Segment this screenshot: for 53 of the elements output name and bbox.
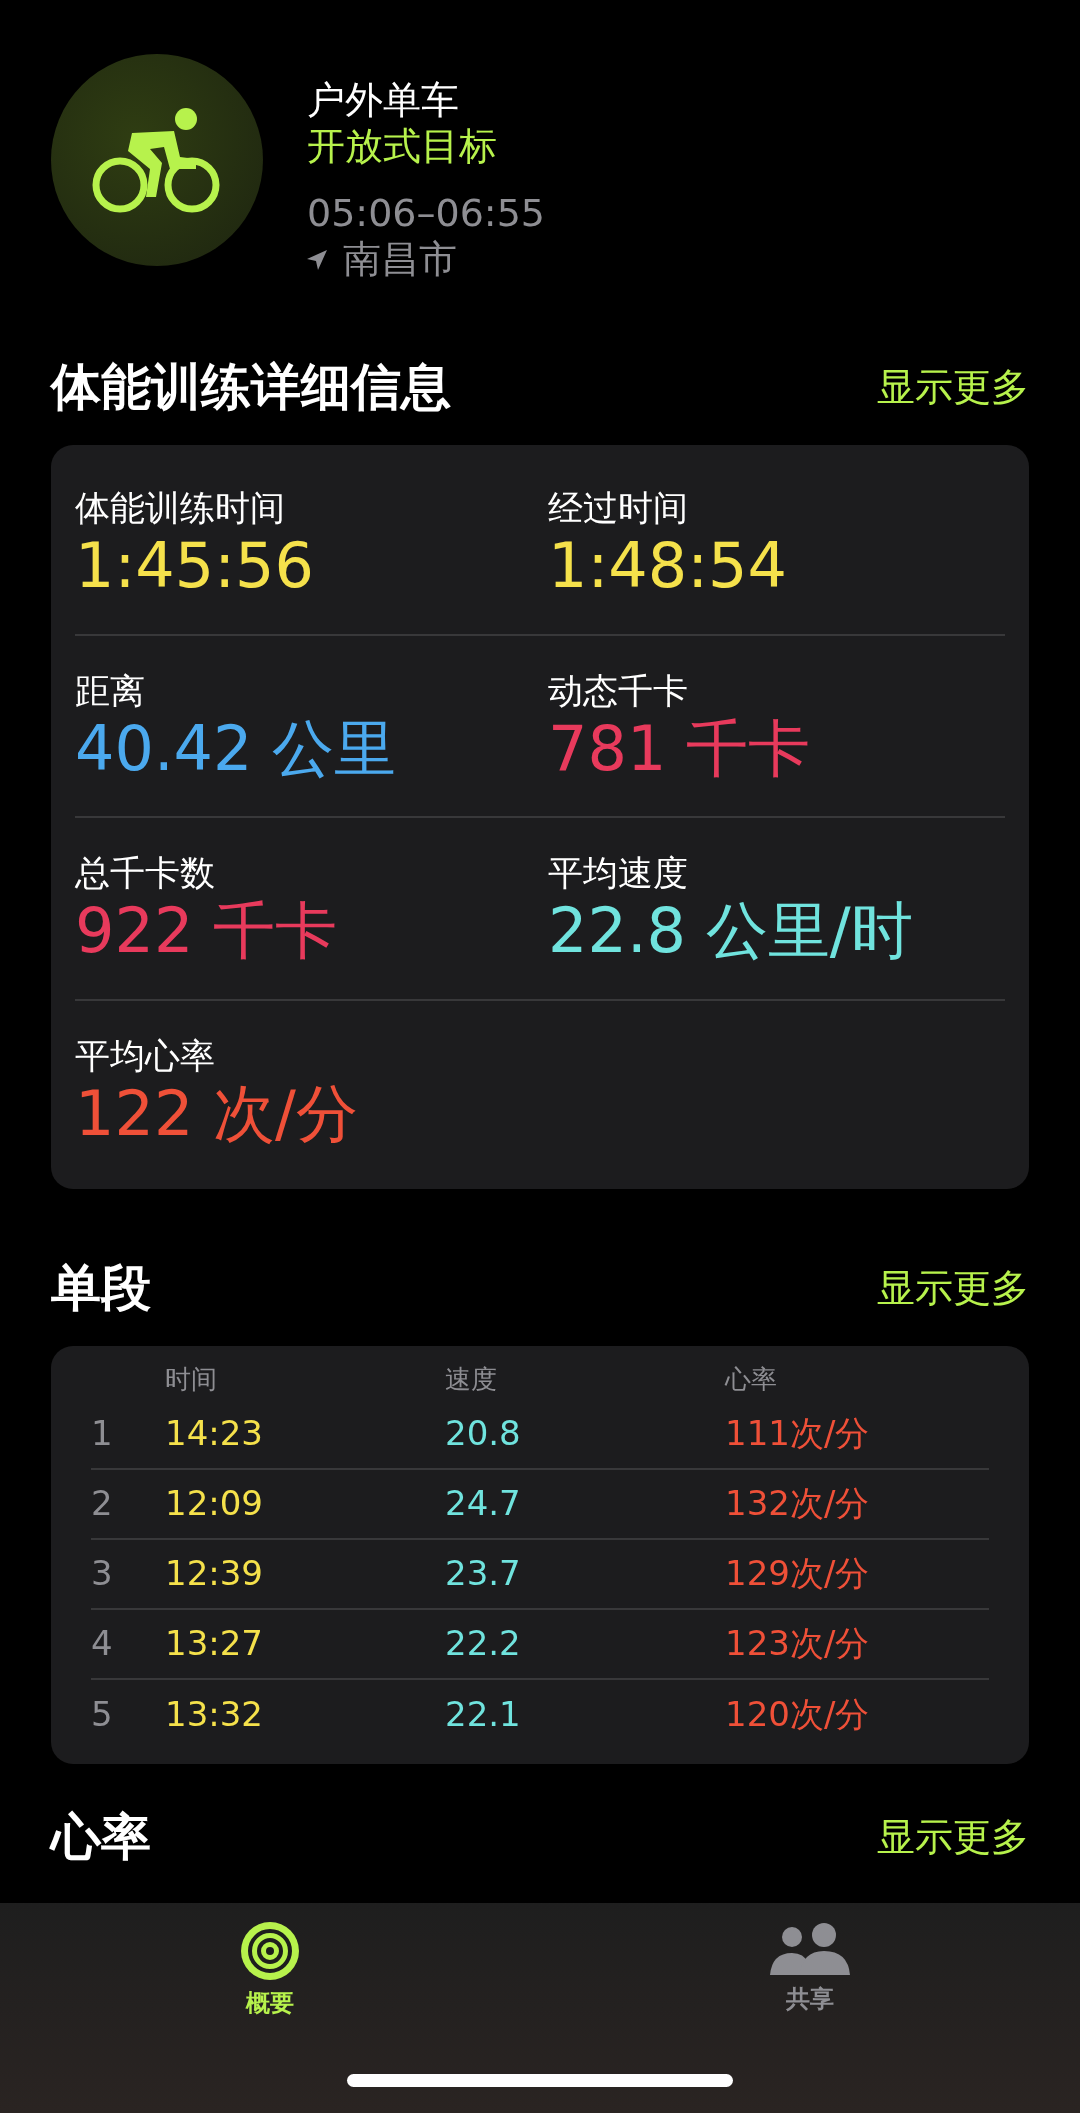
table-cell-text: 120次/分 — [725, 1693, 870, 1737]
table-cell-text: 12:09 — [165, 1482, 264, 1526]
metric-value: 922 千卡 — [75, 894, 339, 969]
show-more-link[interactable]: 显示更多 — [877, 359, 1029, 417]
table-cell-text: 20.8 — [445, 1412, 522, 1456]
table-cell-text: 111次/分 — [725, 1412, 870, 1456]
table-cell-text: 22.2 — [445, 1622, 522, 1666]
metric-label: 平均速度 — [548, 852, 689, 895]
cyclist-icon — [92, 105, 222, 215]
metric-value: 1:48:54 — [548, 529, 788, 604]
section-heading: 心率 — [51, 1806, 151, 1868]
table-cell-text: 13:27 — [165, 1622, 264, 1666]
metric-label: 体能训练时间 — [75, 487, 286, 530]
table-cell-text: 129次/分 — [725, 1552, 870, 1596]
table-cell-text: 132次/分 — [725, 1482, 870, 1526]
location-label: 南昌市 — [343, 236, 457, 283]
goal-label: 开放式目标 — [307, 123, 498, 170]
metric-value: 1:45:56 — [75, 529, 315, 604]
tab-item[interactable]: 概要 — [0, 1921, 540, 2021]
table-cell-text: 12:39 — [165, 1552, 264, 1596]
rings-icon — [240, 1921, 300, 1981]
column-header: 速度 — [445, 1363, 498, 1397]
row-number: 1 — [91, 1412, 114, 1456]
column-header: 时间 — [165, 1363, 218, 1397]
tab-item[interactable]: 共享 — [540, 1921, 1080, 2021]
metric-value: 122 次/分 — [75, 1076, 359, 1151]
metric-label: 平均心率 — [75, 1034, 216, 1077]
metric-value: 22.8 公里/时 — [548, 894, 914, 969]
table-cell-text: 123次/分 — [725, 1622, 870, 1666]
row-number: 4 — [91, 1622, 114, 1666]
table-cell-text: 22.1 — [445, 1693, 522, 1737]
show-more-link[interactable]: 显示更多 — [877, 1259, 1029, 1317]
section-heading: 体能训练详细信息 — [51, 357, 451, 419]
column-header: 心率 — [725, 1363, 777, 1397]
row-number: 3 — [91, 1552, 114, 1596]
section-heading: 单段 — [51, 1257, 151, 1319]
metric-value: 40.42 公里 — [75, 711, 398, 787]
time-range: 05:06–06:55 — [307, 191, 546, 237]
metric-label: 距离 — [75, 669, 146, 712]
workout-title: 户外单车 — [307, 78, 460, 124]
metric-label: 经过时间 — [548, 487, 689, 530]
table-cell-text: 23.7 — [445, 1552, 522, 1596]
show-more-link[interactable]: 显示更多 — [877, 1808, 1029, 1866]
table-cell-text: 13:32 — [165, 1693, 264, 1737]
row-number: 5 — [91, 1693, 114, 1737]
row-number: 2 — [91, 1482, 114, 1526]
location-arrow-icon — [307, 249, 327, 270]
metric-label: 动态千卡 — [548, 669, 689, 712]
table-cell-text: 24.7 — [445, 1482, 522, 1526]
people-icon — [770, 1921, 850, 1977]
table-cell-text: 14:23 — [165, 1412, 264, 1456]
metric-label: 总千卡数 — [75, 852, 216, 895]
metric-value: 781 千卡 — [548, 711, 812, 787]
